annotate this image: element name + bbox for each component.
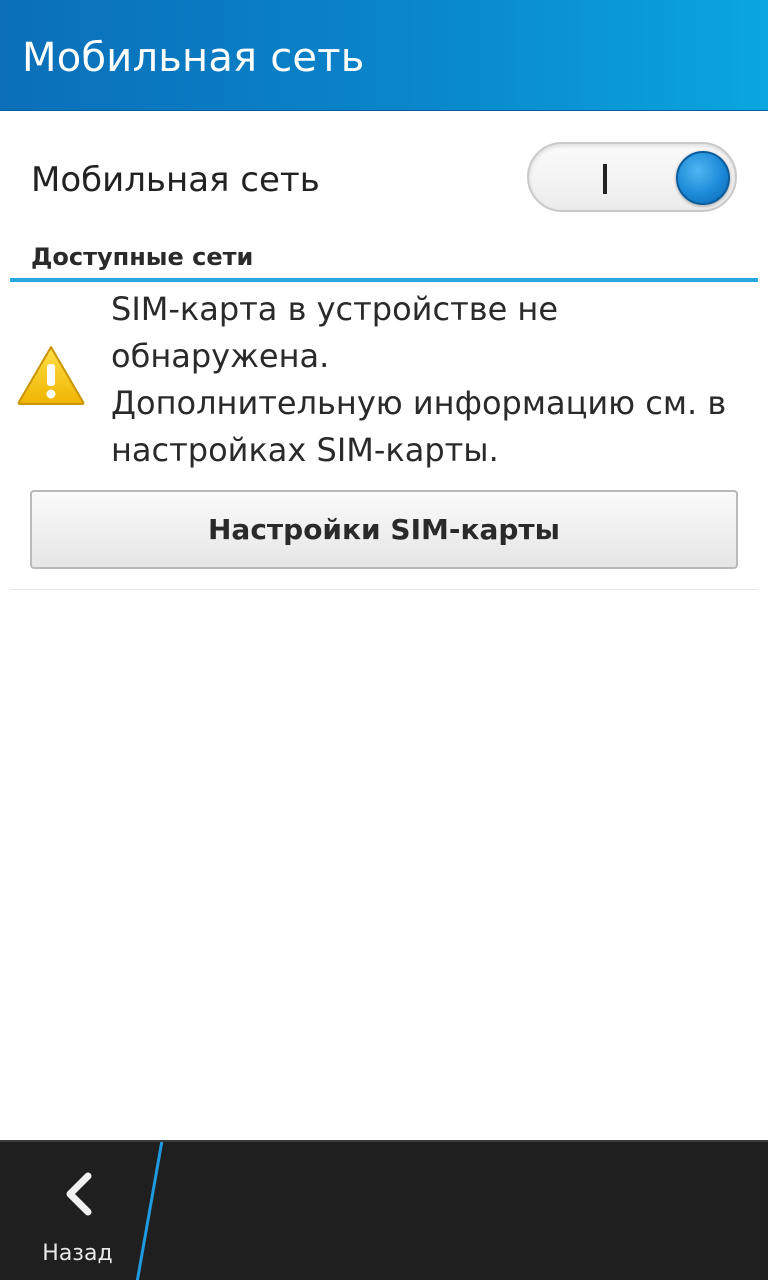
back-label: Назад (42, 1241, 113, 1266)
sim-settings-button[interactable]: Настройки SIM-карты (30, 490, 738, 569)
section-header-available-networks: Доступные сети (31, 243, 254, 271)
toggle-on-mark (603, 164, 607, 194)
warning-icon (17, 346, 85, 405)
title-bar: Мобильная сеть (0, 0, 768, 111)
back-button[interactable]: Назад (0, 1142, 155, 1280)
mobile-network-label: Мобильная сеть (31, 160, 320, 200)
mobile-network-toggle[interactable] (527, 142, 737, 212)
mobile-network-row: Мобильная сеть (0, 130, 768, 230)
toggle-knob[interactable] (676, 151, 730, 205)
warning-line: Дополнительную информацию см. в (111, 384, 727, 422)
warning-line: SIM-карта в устройстве не (111, 290, 559, 328)
warning-line: настройках SIM-карты. (111, 431, 499, 469)
list-divider (10, 589, 758, 590)
page-title: Мобильная сеть (22, 35, 365, 81)
screen: Мобильная сеть Мобильная сеть Доступные … (0, 0, 768, 1280)
section-divider (10, 278, 758, 282)
action-bar: Назад (0, 1140, 768, 1280)
warning-message: SIM-карта в устройстве не обнаружена. До… (111, 286, 761, 474)
warning-line: обнаружена. (111, 337, 330, 375)
chevron-left-icon (66, 1172, 92, 1216)
